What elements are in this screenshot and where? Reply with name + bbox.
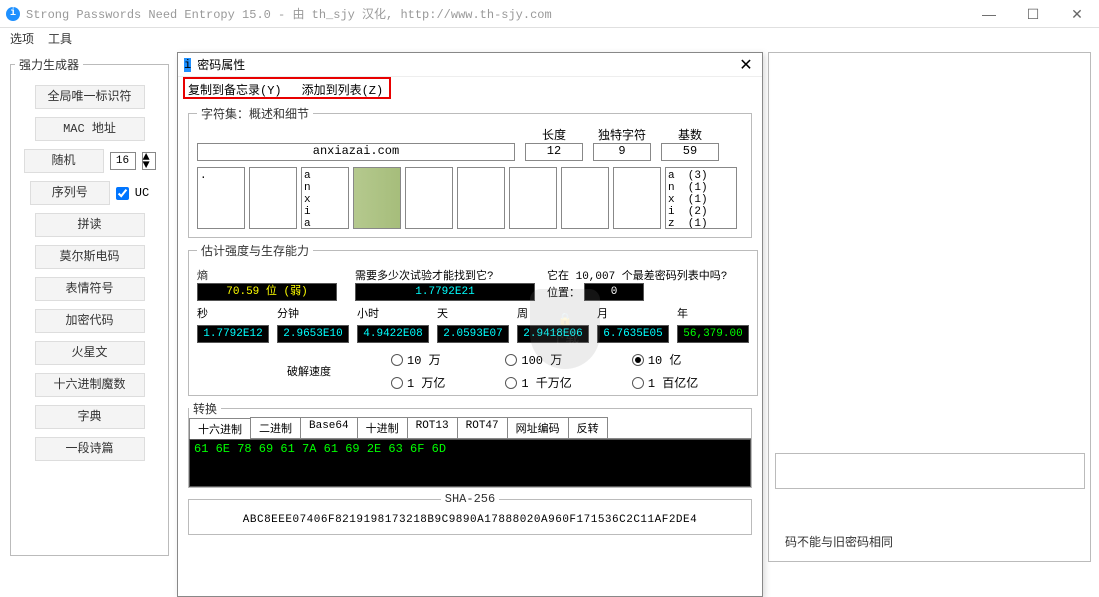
- btn-poem[interactable]: 一段诗篇: [35, 437, 145, 461]
- sha-legend: SHA-256: [441, 492, 499, 506]
- window-title: Strong Passwords Need Entropy 15.0 - 由 t…: [26, 5, 552, 22]
- charset-box-7: [561, 167, 609, 229]
- time-value-1: 2.9653E10: [277, 325, 349, 343]
- app-icon: i: [6, 7, 20, 21]
- sidebar-legend: 强力生成器: [15, 56, 83, 73]
- time-value-3: 2.0593E07: [437, 325, 509, 343]
- btn-serial[interactable]: 序列号: [30, 181, 110, 205]
- dialog-close-button[interactable]: ✕: [736, 55, 756, 75]
- password-properties-dialog: i 密码属性 ✕ 复制到备忘录(Y) 添加到列表(Z) 字符集：概述和细节 长度…: [177, 52, 763, 597]
- radio-circle[interactable]: [505, 377, 517, 389]
- uc-label: UC: [135, 186, 149, 200]
- radio-circle[interactable]: [632, 354, 644, 366]
- charset-box-freq: a (3) n (1) x (1) i (2) z (1): [665, 167, 737, 229]
- password-display: anxiazai.com: [197, 143, 515, 161]
- tab-十进制[interactable]: 十进制: [357, 417, 408, 438]
- charset-legend: 字符集：概述和细节: [197, 105, 313, 122]
- convert-legend: 转换: [189, 400, 221, 417]
- menu-copy-memo[interactable]: 复制到备忘录(Y): [188, 81, 282, 98]
- charset-box-8: [613, 167, 661, 229]
- right-message: 码不能与旧密码相同: [785, 533, 893, 550]
- menu-tools[interactable]: 工具: [48, 30, 72, 47]
- radio-10 万[interactable]: 10 万: [391, 351, 445, 368]
- close-button[interactable]: ✕: [1055, 0, 1099, 28]
- time-value-5: 6.7635E05: [597, 325, 669, 343]
- strength-legend: 估计强度与生存能力: [197, 242, 313, 259]
- btn-mac[interactable]: MAC 地址: [35, 117, 145, 141]
- radio-10 亿[interactable]: 10 亿: [632, 351, 698, 368]
- radix-value: 59: [661, 143, 719, 161]
- menu-options[interactable]: 选项: [10, 30, 34, 47]
- tab-Base64[interactable]: Base64: [300, 417, 358, 438]
- unique-value: 9: [593, 143, 651, 161]
- sha-value: ABC8EEE07406F8219198173218B9C9890A178880…: [197, 514, 743, 526]
- charset-box-2: a n x i a: [301, 167, 349, 229]
- tab-反转[interactable]: 反转: [568, 417, 608, 438]
- label-length: 长度: [525, 126, 583, 143]
- dialog-icon: i: [184, 58, 191, 72]
- charset-box-5: [457, 167, 505, 229]
- btn-dict[interactable]: 字典: [35, 405, 145, 429]
- tab-ROT13[interactable]: ROT13: [407, 417, 458, 438]
- maximize-button[interactable]: ☐: [1011, 0, 1055, 28]
- spinner-arrows[interactable]: ▲▼: [142, 152, 156, 170]
- time-label-0: 秒: [197, 305, 269, 321]
- time-label-1: 分钟: [277, 305, 349, 321]
- length-spinner[interactable]: 16: [110, 152, 136, 170]
- label-radix: 基数: [661, 126, 719, 143]
- tab-网址编码[interactable]: 网址编码: [507, 417, 569, 438]
- crack-speed-label: 破解速度: [287, 363, 331, 379]
- charset-box-1: [249, 167, 297, 229]
- charset-box-4: [405, 167, 453, 229]
- time-value-0: 1.7792E12: [197, 325, 269, 343]
- btn-crypto[interactable]: 加密代码: [35, 309, 145, 333]
- right-inner-box: [775, 453, 1085, 489]
- charset-box-3: [353, 167, 401, 229]
- btn-hexmagic[interactable]: 十六进制魔数: [35, 373, 145, 397]
- radio-1 万亿[interactable]: 1 万亿: [391, 374, 445, 391]
- length-value: 12: [525, 143, 583, 161]
- radio-circle[interactable]: [391, 377, 403, 389]
- time-label-4: 周: [517, 305, 589, 321]
- btn-morse[interactable]: 莫尔斯电码: [35, 245, 145, 269]
- charset-box-6: [509, 167, 557, 229]
- tab-ROT47[interactable]: ROT47: [457, 417, 508, 438]
- radio-1 百亿亿[interactable]: 1 百亿亿: [632, 374, 698, 391]
- hex-output: 61 6E 78 69 61 7A 61 69 2E 63 6F 6D: [189, 439, 751, 487]
- radio-100 万[interactable]: 100 万: [505, 351, 571, 368]
- radio-circle[interactable]: [391, 354, 403, 366]
- btn-guid[interactable]: 全局唯一标识符: [35, 85, 145, 109]
- entropy-label: 熵: [197, 267, 263, 283]
- time-value-4: 2.9418E06: [517, 325, 589, 343]
- time-label-6: 年: [677, 305, 749, 321]
- tries-display: 1.7792E21: [355, 283, 535, 301]
- entropy-display: 70.59 位 (弱): [197, 283, 337, 301]
- uc-checkbox[interactable]: [116, 187, 129, 200]
- time-label-2: 小时: [357, 305, 429, 321]
- time-label-3: 天: [437, 305, 509, 321]
- worst-pos-display: 0: [584, 283, 644, 301]
- minimize-button[interactable]: —: [967, 0, 1011, 28]
- tries-label: 需要多少次试验才能找到它?: [355, 267, 539, 283]
- time-value-2: 4.9422E08: [357, 325, 429, 343]
- time-value-6: 56,379.00: [677, 325, 749, 343]
- time-label-5: 月: [597, 305, 669, 321]
- radio-circle[interactable]: [505, 354, 517, 366]
- btn-mars[interactable]: 火星文: [35, 341, 145, 365]
- tab-二进制[interactable]: 二进制: [250, 417, 301, 438]
- btn-spell[interactable]: 拼读: [35, 213, 145, 237]
- radio-1 千万亿[interactable]: 1 千万亿: [505, 374, 571, 391]
- label-unique: 独特字符: [593, 126, 651, 143]
- tab-十六进制[interactable]: 十六进制: [189, 418, 251, 439]
- charset-box-0: .: [197, 167, 245, 229]
- worst-pos-label: 位置：: [547, 284, 580, 300]
- menu-add-list[interactable]: 添加到列表(Z): [302, 81, 384, 98]
- dialog-title: 密码属性: [197, 56, 245, 73]
- radio-circle[interactable]: [632, 377, 644, 389]
- right-panel: 码不能与旧密码相同: [768, 52, 1091, 562]
- btn-random[interactable]: 随机: [24, 149, 104, 173]
- worst-label: 它在 10,007 个最差密码列表中吗?: [547, 267, 749, 283]
- btn-emoji[interactable]: 表情符号: [35, 277, 145, 301]
